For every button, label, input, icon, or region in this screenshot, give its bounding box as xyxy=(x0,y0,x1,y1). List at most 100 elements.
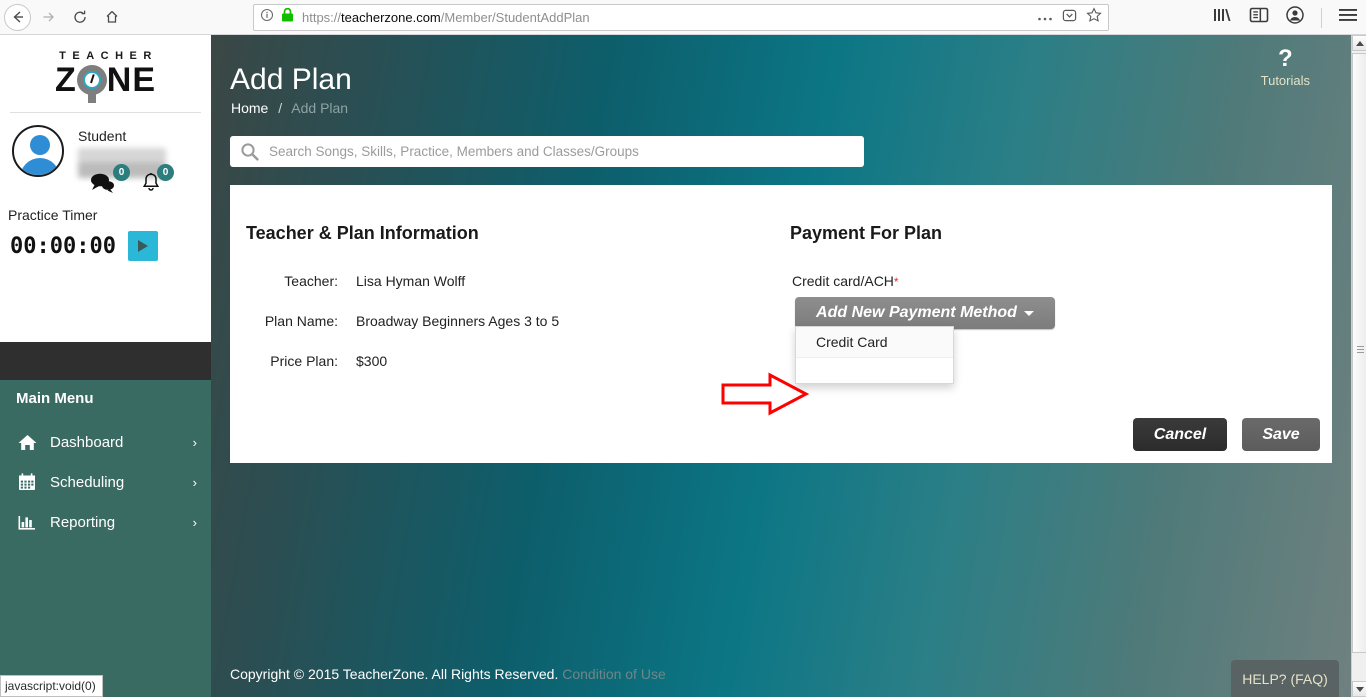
chevron-right-icon: › xyxy=(192,514,197,530)
scrollbar-thumb[interactable] xyxy=(1352,53,1366,653)
messages-count: 0 xyxy=(113,164,130,181)
sidebar-item-scheduling[interactable]: Scheduling › xyxy=(0,462,211,502)
notifications-count: 0 xyxy=(157,164,174,181)
messages-badge[interactable]: 0 xyxy=(88,164,130,199)
field-label: Teacher: xyxy=(284,273,338,289)
payment-section-title: Payment For Plan xyxy=(790,223,943,243)
chevron-down-icon xyxy=(1023,310,1034,316)
logo-letters-ne: NE xyxy=(106,61,156,99)
copyright-text: Copyright © 2015 TeacherZone. All Rights… xyxy=(230,666,666,682)
reload-icon[interactable] xyxy=(65,3,95,31)
browser-toolbar-right xyxy=(1213,0,1358,35)
field-price-plan: Price Plan: $300 xyxy=(230,353,387,369)
library-icon[interactable] xyxy=(1213,6,1233,29)
sidebar-item-reporting[interactable]: Reporting › xyxy=(0,502,211,542)
page-title: Add Plan xyxy=(230,63,352,96)
required-marker: * xyxy=(893,275,899,289)
breadcrumb-home-link[interactable]: Home xyxy=(231,100,268,116)
credit-card-ach-label: Credit card/ACH* xyxy=(792,273,899,289)
teacherzone-logo[interactable]: TEACHER Z NE xyxy=(0,35,211,103)
search-input[interactable]: Search Songs, Skills, Practice, Members … xyxy=(269,144,639,159)
info-icon[interactable] xyxy=(260,8,274,27)
back-arrow-icon[interactable] xyxy=(4,3,31,31)
add-new-payment-method-button[interactable]: Add New Payment Method xyxy=(795,297,1055,329)
sidebar-icon[interactable] xyxy=(1249,6,1269,29)
url-bar[interactable]: https://teacherzone.com/Member/StudentAd… xyxy=(253,4,1109,31)
field-value: Lisa Hyman Wolff xyxy=(356,273,466,289)
main-menu-title: Main Menu xyxy=(16,390,94,407)
main-menu-panel: Main Menu Dashboard › Scheduling › Repor… xyxy=(0,342,211,697)
notifications-badge[interactable]: 0 xyxy=(140,164,174,199)
sidebar: TEACHER Z NE Student 0 0 Practice Timer … xyxy=(0,35,211,697)
tutorials-button[interactable]: ? Tutorials xyxy=(1261,45,1310,88)
cancel-button[interactable]: Cancel xyxy=(1133,418,1227,451)
chevron-right-icon: › xyxy=(192,434,197,450)
dropdown-option-credit-card[interactable]: Credit Card xyxy=(796,327,953,358)
menu-icon[interactable] xyxy=(1338,7,1358,28)
chevron-right-icon: › xyxy=(192,474,197,490)
main-content: Add Plan Home / Add Plan ? Tutorials Sea… xyxy=(211,35,1351,697)
home-icon xyxy=(16,434,38,451)
pocket-icon[interactable] xyxy=(1062,8,1077,28)
help-faq-button[interactable]: HELP? (FAQ) xyxy=(1231,660,1339,697)
forward-arrow-icon[interactable] xyxy=(33,3,63,31)
footer: Copyright © 2015 TeacherZone. All Rights… xyxy=(211,650,1351,697)
sidebar-item-label: Reporting xyxy=(50,513,116,531)
play-button[interactable] xyxy=(127,231,158,261)
url-path: /Member/StudentAddPlan xyxy=(440,10,590,25)
field-plan-name: Plan Name: Broadway Beginners Ages 3 to … xyxy=(230,313,559,329)
practice-timer-label: Practice Timer xyxy=(8,207,98,223)
form-card: Teacher & Plan Information Payment For P… xyxy=(230,185,1332,463)
menu-header-bar xyxy=(0,342,211,380)
page-scrollbar[interactable] xyxy=(1351,35,1366,697)
avatar[interactable] xyxy=(12,125,64,177)
global-search-bar[interactable]: Search Songs, Skills, Practice, Members … xyxy=(230,136,864,167)
practice-timer-row: 00:00:00 xyxy=(0,223,211,261)
scroll-up-arrow-icon[interactable] xyxy=(1352,35,1366,51)
toolbar-divider xyxy=(1321,7,1322,28)
profile-role: Student xyxy=(78,128,127,144)
field-label: Price Plan: xyxy=(270,353,338,369)
sidebar-item-dashboard[interactable]: Dashboard › xyxy=(0,422,211,462)
credit-card-ach-text: Credit card/ACH xyxy=(792,273,894,289)
tutorials-label: Tutorials xyxy=(1260,73,1310,88)
breadcrumb: Home / Add Plan xyxy=(231,100,348,116)
lock-icon[interactable] xyxy=(281,7,294,27)
browser-chrome: https://teacherzone.com/Member/StudentAd… xyxy=(0,0,1366,35)
url-host: teacherzone.com xyxy=(341,10,441,25)
teacher-plan-section-title: Teacher & Plan Information xyxy=(246,223,479,243)
logo-metronome-icon xyxy=(76,65,107,103)
logo-zone-text: Z NE xyxy=(54,61,156,103)
field-value: $300 xyxy=(356,353,388,369)
logo-teacher-text: TEACHER xyxy=(59,50,158,62)
bar-chart-icon xyxy=(16,514,38,531)
sidebar-item-label: Dashboard xyxy=(50,433,124,451)
home-icon[interactable] xyxy=(97,3,127,31)
field-value: Broadway Beginners Ages 3 to 5 xyxy=(356,313,560,329)
url-scheme: https:// xyxy=(302,10,342,25)
copyright-label: Copyright © 2015 TeacherZone. All Rights… xyxy=(230,666,559,682)
bookmark-star-icon[interactable] xyxy=(1086,7,1102,28)
breadcrumb-separator: / xyxy=(278,100,283,116)
payment-method-dropdown-menu[interactable]: Credit Card xyxy=(795,326,954,384)
field-teacher: Teacher: Lisa Hyman Wolff xyxy=(230,273,465,289)
profile-block: Student xyxy=(0,113,211,178)
main-menu-items: Dashboard › Scheduling › Reporting › xyxy=(0,422,211,542)
page-actions-icon[interactable] xyxy=(1037,9,1053,27)
scroll-down-arrow-icon[interactable] xyxy=(1352,681,1366,697)
add-new-payment-method-label: Add New Payment Method xyxy=(816,304,1017,321)
calendar-icon xyxy=(16,473,38,491)
sidebar-top: TEACHER Z NE Student 0 0 Practice Timer … xyxy=(0,35,211,342)
field-label: Plan Name: xyxy=(264,313,338,329)
browser-nav-buttons xyxy=(0,3,127,31)
account-icon[interactable] xyxy=(1285,5,1305,30)
search-icon xyxy=(240,142,259,161)
url-text[interactable]: https://teacherzone.com/Member/StudentAd… xyxy=(302,10,1037,25)
sidebar-item-label: Scheduling xyxy=(50,473,125,491)
save-button[interactable]: Save xyxy=(1242,418,1320,451)
question-mark-icon: ? xyxy=(1277,45,1293,72)
app-viewport: TEACHER Z NE Student 0 0 Practice Timer … xyxy=(0,35,1351,697)
condition-of-use-link[interactable]: Condition of Use xyxy=(562,666,666,682)
logo-letter-z: Z xyxy=(54,61,77,99)
practice-timer-value: 00:00:00 xyxy=(10,233,116,259)
